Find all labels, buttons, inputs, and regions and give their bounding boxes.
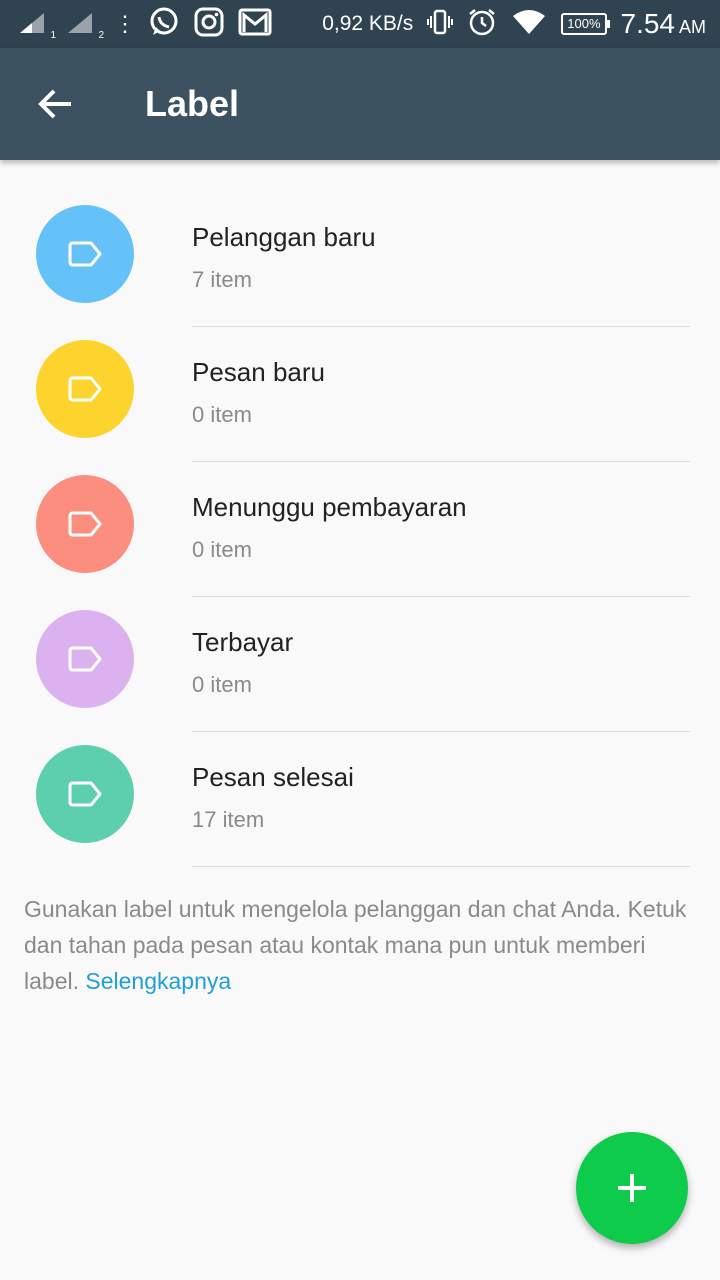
gmail-icon xyxy=(238,8,272,41)
label-tag-icon xyxy=(68,241,102,267)
label-row[interactable]: Pesan baru 0 item xyxy=(0,327,720,462)
label-avatar xyxy=(36,610,134,708)
status-bar: 1 2 ⋮ 0,92 KB/s 100% 7.54 AM xyxy=(0,0,720,48)
label-name: Pesan baru xyxy=(192,357,325,387)
vibrate-icon xyxy=(427,8,454,41)
network-speed: 0,92 KB/s xyxy=(322,12,414,35)
label-count: 0 item xyxy=(192,537,252,562)
label-row[interactable]: Terbayar 0 item xyxy=(0,597,720,732)
sim1-label: 1 xyxy=(50,30,56,41)
arrow-left-icon xyxy=(38,89,71,119)
battery-indicator: 100% xyxy=(561,13,610,35)
back-button[interactable] xyxy=(0,48,110,160)
label-name: Terbayar xyxy=(192,627,294,657)
label-name: Pelanggan baru xyxy=(192,222,376,252)
label-count: 17 item xyxy=(192,807,265,832)
app-bar: Label xyxy=(0,48,720,160)
label-row[interactable]: Pelanggan baru 7 item xyxy=(0,192,720,327)
signal-sim1-icon: 1 xyxy=(18,11,56,41)
learn-more-link[interactable]: Selengkapnya xyxy=(85,968,231,994)
label-info-text: Gunakan label untuk mengelola pelanggan … xyxy=(24,891,690,999)
signal-sim2-icon: 2 xyxy=(66,11,104,41)
label-name: Pesan selesai xyxy=(192,762,354,792)
page-title: Label xyxy=(145,83,240,124)
label-tag-icon xyxy=(68,376,102,402)
label-tag-icon xyxy=(68,646,102,672)
whatsapp-icon xyxy=(148,6,180,43)
label-avatar xyxy=(36,205,134,303)
clock-time: 7.54 xyxy=(620,8,676,39)
label-tag-icon xyxy=(68,781,102,807)
plus-icon xyxy=(618,1174,646,1202)
label-row[interactable]: Menunggu pembayaran 0 item xyxy=(0,462,720,597)
label-count: 0 item xyxy=(192,672,252,697)
clock-ampm: AM xyxy=(679,17,706,37)
label-list: Pelanggan baru 7 item Pesan baru 0 item … xyxy=(0,192,720,867)
clock: 7.54 AM xyxy=(621,8,707,40)
overflow-dots-icon: ⋮ xyxy=(114,11,136,36)
label-tag-icon xyxy=(68,511,102,537)
label-count: 7 item xyxy=(192,267,252,292)
label-count: 0 item xyxy=(192,402,252,427)
alarm-icon xyxy=(467,7,497,42)
add-label-button[interactable] xyxy=(576,1132,688,1244)
instagram-icon xyxy=(194,7,224,42)
label-row[interactable]: Pesan selesai 17 item xyxy=(0,732,720,867)
sim2-label: 2 xyxy=(98,30,104,41)
label-avatar xyxy=(36,745,134,843)
divider xyxy=(192,866,690,867)
label-name: Menunggu pembayaran xyxy=(192,492,467,522)
wifi-icon xyxy=(511,8,547,41)
label-avatar xyxy=(36,340,134,438)
label-avatar xyxy=(36,475,134,573)
